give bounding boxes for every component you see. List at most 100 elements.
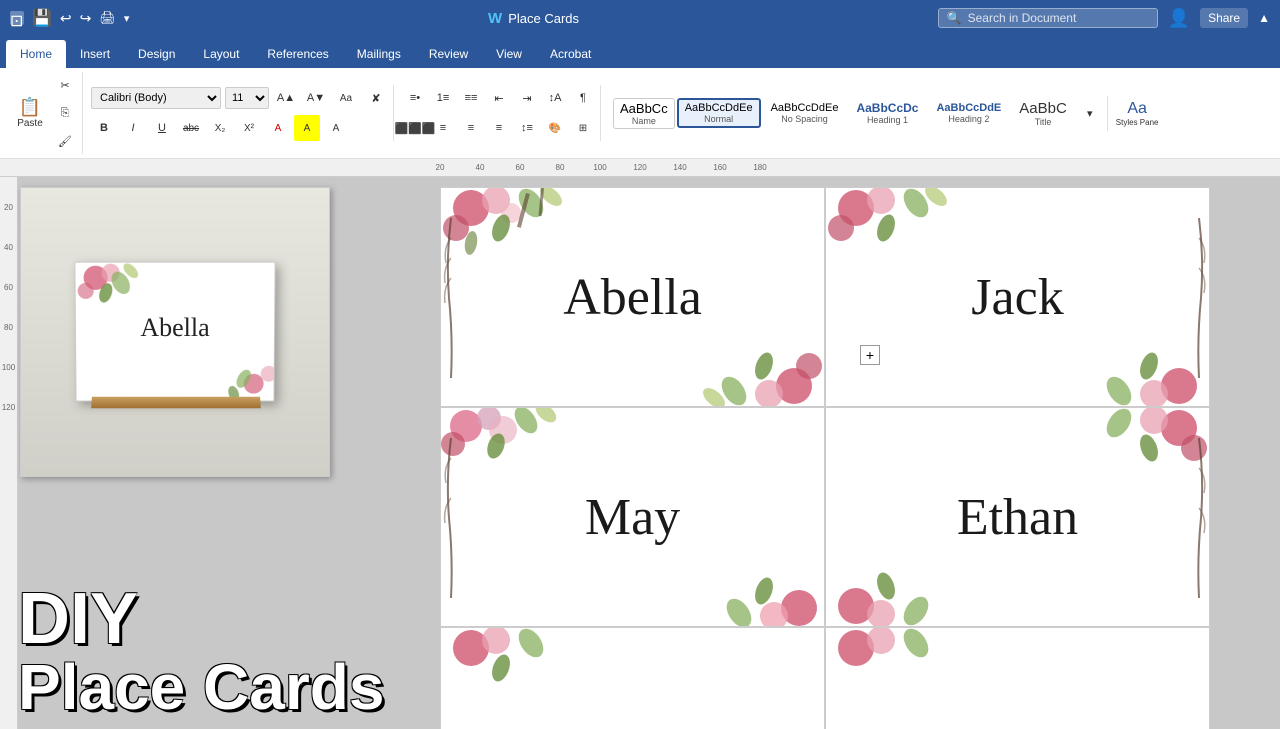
- tab-home[interactable]: Home: [6, 40, 66, 68]
- bullets-button[interactable]: ≡•: [402, 85, 428, 111]
- feather-left-1: [441, 218, 461, 378]
- user-icon[interactable]: 👤: [1168, 8, 1190, 29]
- place-card-jack[interactable]: Jack: [825, 187, 1210, 407]
- align-left[interactable]: ⬛⬛⬛: [402, 115, 428, 141]
- multilevel-list[interactable]: ≡≡: [458, 85, 484, 111]
- superscript-button[interactable]: X²: [236, 115, 262, 141]
- style-heading2[interactable]: AaBbCcDdE Heading 2: [928, 98, 1009, 128]
- win-restore[interactable]: ⊡: [10, 11, 24, 25]
- change-case[interactable]: Aa: [333, 85, 359, 111]
- tab-references[interactable]: References: [253, 40, 342, 68]
- show-formatting[interactable]: ¶: [570, 85, 596, 111]
- ruler-mark: 120: [630, 163, 650, 172]
- cut-button[interactable]: ✂: [52, 72, 78, 98]
- floral-bottom-right-3: [684, 526, 824, 626]
- floral-top-left-2: [826, 188, 966, 288]
- floral-bottom-right-2: [1069, 306, 1209, 406]
- feather-right-2: [1189, 218, 1209, 378]
- ribbon-toggle[interactable]: ▲: [1258, 11, 1270, 25]
- place-card-abella[interactable]: Abella: [440, 187, 825, 407]
- tab-view[interactable]: View: [482, 40, 536, 68]
- v-ruler-mark: 100: [2, 357, 15, 377]
- font-family-select[interactable]: Calibri (Body): [91, 87, 221, 109]
- word-icon: W: [488, 10, 502, 27]
- overlay-text: DIY Place Cards: [18, 583, 408, 719]
- app-title: Place Cards: [508, 11, 579, 26]
- style-title[interactable]: AaBbC Title: [1011, 96, 1075, 131]
- floral-bottom-left-4: [826, 526, 966, 626]
- increase-font[interactable]: A▲: [273, 85, 299, 111]
- floral-top-right-4: [1069, 408, 1209, 508]
- place-card-bottom-right[interactable]: [825, 627, 1210, 729]
- floral-top-left-5: [441, 628, 581, 728]
- place-card-bottom-left[interactable]: Aee: [440, 627, 825, 729]
- styles-more[interactable]: ▾: [1077, 100, 1103, 126]
- paragraph-group: ≡• 1≡ ≡≡ ⇤ ⇥ ↕A ¶ ⬛⬛⬛ ≡ ≡ ≡ ↕≡ 🎨 ⊞: [398, 85, 601, 141]
- quick-access-undo[interactable]: ↩: [60, 10, 72, 27]
- ruler-mark: [610, 163, 630, 172]
- ruler-mark: [650, 163, 670, 172]
- line-spacing[interactable]: ↕≡: [514, 115, 540, 141]
- search-box[interactable]: 🔍 Search in Document: [938, 8, 1158, 28]
- bold-button[interactable]: B: [91, 115, 117, 141]
- sort-button[interactable]: ↕A: [542, 85, 568, 111]
- shading-button[interactable]: 🎨: [542, 115, 568, 141]
- decrease-font[interactable]: A▼: [303, 85, 329, 111]
- borders-button[interactable]: ⊞: [570, 115, 596, 141]
- quick-access-redo[interactable]: ↪: [80, 10, 92, 27]
- styles-pane-button[interactable]: Aa Styles Pane: [1112, 98, 1163, 129]
- justify[interactable]: ≡: [486, 115, 512, 141]
- place-card-may[interactable]: May: [440, 407, 825, 627]
- strikethrough-button[interactable]: abc: [178, 115, 204, 141]
- share-button[interactable]: Share: [1200, 8, 1248, 28]
- font-color-button[interactable]: A: [265, 115, 291, 141]
- decrease-indent[interactable]: ⇤: [486, 85, 512, 111]
- card-name-abella: Abella: [563, 268, 702, 327]
- format-painter[interactable]: 🖌: [52, 128, 78, 154]
- v-ruler-mark: 20: [4, 197, 13, 217]
- tab-design[interactable]: Design: [124, 40, 189, 68]
- numbering-button[interactable]: 1≡: [430, 85, 456, 111]
- overlay-place-cards: Place Cards: [18, 655, 408, 719]
- clipboard-group: 📋 Paste ✂ ⎘ 🖌: [6, 72, 83, 154]
- style-name[interactable]: AaBbCc Name: [613, 98, 675, 129]
- paste-button[interactable]: 📋 Paste: [10, 95, 50, 131]
- styles-panel: AaBbCc Name AaBbCcDdEe Normal AaBbCcDdEe…: [613, 96, 1103, 131]
- main-area: 20 40 60 80 100 120: [0, 177, 1280, 729]
- subscript-button[interactable]: X₂: [207, 115, 233, 141]
- italic-button[interactable]: I: [120, 115, 146, 141]
- align-right[interactable]: ≡: [458, 115, 484, 141]
- floral-top-left-3: [441, 408, 581, 508]
- place-card-ethan[interactable]: Ethan: [825, 407, 1210, 627]
- text-effects[interactable]: A: [323, 115, 349, 141]
- clear-format[interactable]: ✘: [363, 85, 389, 111]
- ruler-mark: 60: [510, 163, 530, 172]
- quick-access-more[interactable]: ▾: [124, 12, 130, 25]
- style-no-spacing[interactable]: AaBbCcDdEe No Spacing: [763, 98, 847, 128]
- increase-indent[interactable]: ⇥: [514, 85, 540, 111]
- tab-acrobat[interactable]: Acrobat: [536, 40, 605, 68]
- style-normal[interactable]: AaBbCcDdEe Normal: [677, 98, 761, 128]
- style-heading1[interactable]: AaBbCcDc Heading 1: [848, 97, 926, 129]
- tab-layout[interactable]: Layout: [189, 40, 253, 68]
- expand-table-button[interactable]: +: [860, 345, 880, 365]
- tab-mailings[interactable]: Mailings: [343, 40, 415, 68]
- quick-access-save[interactable]: 💾: [32, 8, 52, 28]
- highlight-button[interactable]: A: [294, 115, 320, 141]
- tab-insert[interactable]: Insert: [66, 40, 124, 68]
- feather-left-3: [441, 438, 461, 598]
- copy-button[interactable]: ⎘: [52, 100, 78, 126]
- title-left: ⊡ 💾 ↩ ↪ 🖨 ▾: [10, 8, 129, 28]
- v-ruler-mark: 80: [4, 317, 13, 337]
- font-size-select[interactable]: 11: [225, 87, 269, 109]
- font-group: Calibri (Body) 11 A▲ A▼ Aa ✘ B I U abc X…: [87, 85, 394, 141]
- ruler-mark: 100: [590, 163, 610, 172]
- horizontal-ruler: 20 40 60 80 100 120 140 160 180: [0, 159, 1280, 177]
- floral-bottom-right-1: [684, 306, 824, 406]
- feather-right-4: [1189, 438, 1209, 598]
- align-center[interactable]: ≡: [430, 115, 456, 141]
- tab-review[interactable]: Review: [415, 40, 482, 68]
- quick-access-print[interactable]: 🖨: [99, 10, 116, 26]
- underline-button[interactable]: U: [149, 115, 175, 141]
- ruler-mark: [450, 163, 470, 172]
